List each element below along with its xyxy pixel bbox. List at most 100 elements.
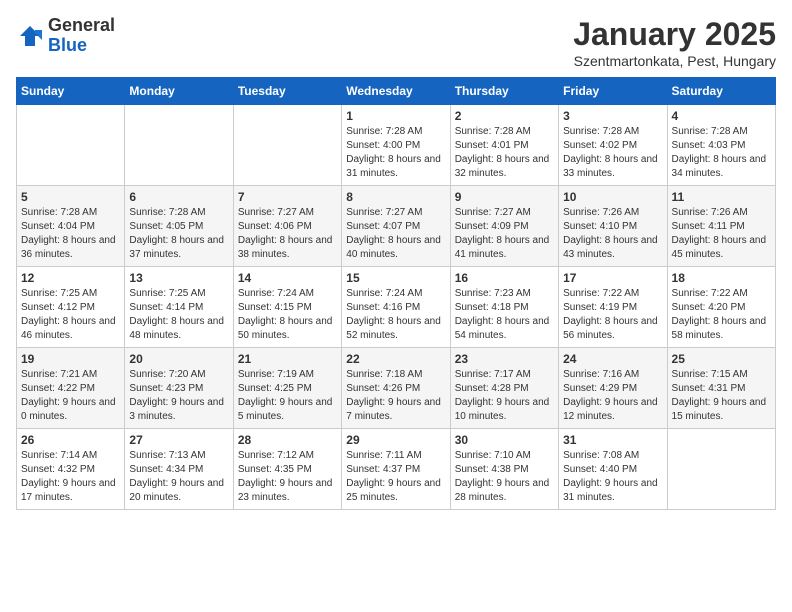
calendar-cell: 14 Sunrise: 7:24 AM Sunset: 4:15 PM Dayli… — [233, 267, 341, 348]
day-info: Sunrise: 7:12 AM Sunset: 4:35 PM Dayligh… — [238, 449, 337, 505]
day-number: 7 — [238, 190, 337, 204]
day-info: Sunrise: 7:20 AM Sunset: 4:23 PM Dayligh… — [129, 368, 228, 424]
week-row-4: 19 Sunrise: 7:21 AM Sunset: 4:22 PM Dayli… — [17, 348, 776, 429]
day-info: Sunrise: 7:13 AM Sunset: 4:34 PM Dayligh… — [129, 449, 228, 505]
col-header-tuesday: Tuesday — [233, 78, 341, 105]
day-number: 6 — [129, 190, 228, 204]
calendar-cell: 17 Sunrise: 7:22 AM Sunset: 4:19 PM Dayli… — [559, 267, 667, 348]
calendar-cell: 7 Sunrise: 7:27 AM Sunset: 4:06 PM Daylig… — [233, 186, 341, 267]
day-number: 30 — [455, 433, 554, 447]
logo-general: General — [48, 16, 115, 36]
day-info: Sunrise: 7:15 AM Sunset: 4:31 PM Dayligh… — [672, 368, 771, 424]
calendar-header-row: SundayMondayTuesdayWednesdayThursdayFrid… — [17, 78, 776, 105]
col-header-thursday: Thursday — [450, 78, 558, 105]
day-number: 5 — [21, 190, 120, 204]
title-block: January 2025 Szentmartonkata, Pest, Hung… — [573, 16, 776, 69]
day-number: 2 — [455, 109, 554, 123]
day-number: 16 — [455, 271, 554, 285]
day-number: 22 — [346, 352, 445, 366]
day-info: Sunrise: 7:11 AM Sunset: 4:37 PM Dayligh… — [346, 449, 445, 505]
calendar-cell: 30Sunrise: 7:10 AM Sunset: 4:38 PM Dayli… — [450, 429, 558, 510]
calendar-cell: 23Sunrise: 7:17 AM Sunset: 4:28 PM Dayli… — [450, 348, 558, 429]
day-info: Sunrise: 7:22 AM Sunset: 4:19 PM Dayligh… — [563, 287, 662, 343]
calendar-cell: 27 Sunrise: 7:13 AM Sunset: 4:34 PM Dayli… — [125, 429, 233, 510]
day-info: Sunrise: 7:22 AM Sunset: 4:20 PM Dayligh… — [672, 287, 771, 343]
day-number: 21 — [238, 352, 337, 366]
day-info: Sunrise: 7:28 AM Sunset: 4:02 PM Dayligh… — [563, 125, 662, 181]
day-number: 9 — [455, 190, 554, 204]
day-number: 25 — [672, 352, 771, 366]
day-info: Sunrise: 7:24 AM Sunset: 4:15 PM Dayligh… — [238, 287, 337, 343]
calendar-cell: 20Sunrise: 7:20 AM Sunset: 4:23 PM Dayli… — [125, 348, 233, 429]
day-number: 10 — [563, 190, 662, 204]
calendar-cell: 25 Sunrise: 7:15 AM Sunset: 4:31 PM Dayli… — [667, 348, 775, 429]
day-info: Sunrise: 7:28 AM Sunset: 4:00 PM Dayligh… — [346, 125, 445, 181]
calendar-cell: 9 Sunrise: 7:27 AM Sunset: 4:09 PM Daylig… — [450, 186, 558, 267]
col-header-friday: Friday — [559, 78, 667, 105]
calendar-cell: 15 Sunrise: 7:24 AM Sunset: 4:16 PM Dayli… — [342, 267, 450, 348]
day-info: Sunrise: 7:25 AM Sunset: 4:14 PM Dayligh… — [129, 287, 228, 343]
day-info: Sunrise: 7:27 AM Sunset: 4:06 PM Dayligh… — [238, 206, 337, 262]
calendar-cell: 12 Sunrise: 7:25 AM Sunset: 4:12 PM Dayli… — [17, 267, 125, 348]
calendar-table: SundayMondayTuesdayWednesdayThursdayFrid… — [16, 77, 776, 510]
calendar-cell: 29 Sunrise: 7:11 AM Sunset: 4:37 PM Dayli… — [342, 429, 450, 510]
day-number: 27 — [129, 433, 228, 447]
day-number: 23 — [455, 352, 554, 366]
day-info: Sunrise: 7:19 AM Sunset: 4:25 PM Dayligh… — [238, 368, 337, 424]
day-number: 14 — [238, 271, 337, 285]
day-number: 3 — [563, 109, 662, 123]
day-number: 28 — [238, 433, 337, 447]
calendar-cell: 22 Sunrise: 7:18 AM Sunset: 4:26 PM Dayli… — [342, 348, 450, 429]
calendar-cell: 24Sunrise: 7:16 AM Sunset: 4:29 PM Dayli… — [559, 348, 667, 429]
day-info: Sunrise: 7:27 AM Sunset: 4:09 PM Dayligh… — [455, 206, 554, 262]
logo: General Blue — [16, 16, 115, 56]
day-number: 4 — [672, 109, 771, 123]
day-info: Sunrise: 7:26 AM Sunset: 4:10 PM Dayligh… — [563, 206, 662, 262]
location-subtitle: Szentmartonkata, Pest, Hungary — [573, 53, 776, 69]
week-row-3: 12 Sunrise: 7:25 AM Sunset: 4:12 PM Dayli… — [17, 267, 776, 348]
day-number: 29 — [346, 433, 445, 447]
calendar-cell: 28 Sunrise: 7:12 AM Sunset: 4:35 PM Dayli… — [233, 429, 341, 510]
day-info: Sunrise: 7:27 AM Sunset: 4:07 PM Dayligh… — [346, 206, 445, 262]
calendar-cell: 18 Sunrise: 7:22 AM Sunset: 4:20 PM Dayli… — [667, 267, 775, 348]
week-row-2: 5 Sunrise: 7:28 AM Sunset: 4:04 PM Daylig… — [17, 186, 776, 267]
day-info: Sunrise: 7:18 AM Sunset: 4:26 PM Dayligh… — [346, 368, 445, 424]
calendar-cell: 5 Sunrise: 7:28 AM Sunset: 4:04 PM Daylig… — [17, 186, 125, 267]
week-row-5: 26Sunrise: 7:14 AM Sunset: 4:32 PM Dayli… — [17, 429, 776, 510]
day-number: 19 — [21, 352, 120, 366]
calendar-cell: 19 Sunrise: 7:21 AM Sunset: 4:22 PM Dayli… — [17, 348, 125, 429]
day-info: Sunrise: 7:23 AM Sunset: 4:18 PM Dayligh… — [455, 287, 554, 343]
col-header-sunday: Sunday — [17, 78, 125, 105]
day-info: Sunrise: 7:21 AM Sunset: 4:22 PM Dayligh… — [21, 368, 120, 424]
day-info: Sunrise: 7:25 AM Sunset: 4:12 PM Dayligh… — [21, 287, 120, 343]
calendar-cell — [17, 105, 125, 186]
calendar-cell: 1Sunrise: 7:28 AM Sunset: 4:00 PM Daylig… — [342, 105, 450, 186]
day-info: Sunrise: 7:08 AM Sunset: 4:40 PM Dayligh… — [563, 449, 662, 505]
day-number: 11 — [672, 190, 771, 204]
day-number: 31 — [563, 433, 662, 447]
calendar-cell: 21 Sunrise: 7:19 AM Sunset: 4:25 PM Dayli… — [233, 348, 341, 429]
col-header-wednesday: Wednesday — [342, 78, 450, 105]
day-number: 18 — [672, 271, 771, 285]
page-header: General Blue January 2025 Szentmartonkat… — [16, 16, 776, 69]
calendar-cell: 4 Sunrise: 7:28 AM Sunset: 4:03 PM Daylig… — [667, 105, 775, 186]
day-number: 8 — [346, 190, 445, 204]
day-number: 12 — [21, 271, 120, 285]
day-number: 24 — [563, 352, 662, 366]
logo-icon — [16, 22, 44, 50]
day-info: Sunrise: 7:28 AM Sunset: 4:03 PM Dayligh… — [672, 125, 771, 181]
calendar-cell: 26Sunrise: 7:14 AM Sunset: 4:32 PM Dayli… — [17, 429, 125, 510]
calendar-cell: 10 Sunrise: 7:26 AM Sunset: 4:10 PM Dayli… — [559, 186, 667, 267]
day-info: Sunrise: 7:24 AM Sunset: 4:16 PM Dayligh… — [346, 287, 445, 343]
day-info: Sunrise: 7:28 AM Sunset: 4:04 PM Dayligh… — [21, 206, 120, 262]
calendar-cell: 8 Sunrise: 7:27 AM Sunset: 4:07 PM Daylig… — [342, 186, 450, 267]
day-number: 15 — [346, 271, 445, 285]
day-number: 17 — [563, 271, 662, 285]
day-info: Sunrise: 7:28 AM Sunset: 4:01 PM Dayligh… — [455, 125, 554, 181]
week-row-1: 1Sunrise: 7:28 AM Sunset: 4:00 PM Daylig… — [17, 105, 776, 186]
day-info: Sunrise: 7:28 AM Sunset: 4:05 PM Dayligh… — [129, 206, 228, 262]
calendar-cell: 31 Sunrise: 7:08 AM Sunset: 4:40 PM Dayli… — [559, 429, 667, 510]
day-info: Sunrise: 7:26 AM Sunset: 4:11 PM Dayligh… — [672, 206, 771, 262]
calendar-cell: 3 Sunrise: 7:28 AM Sunset: 4:02 PM Daylig… — [559, 105, 667, 186]
calendar-cell: 2 Sunrise: 7:28 AM Sunset: 4:01 PM Daylig… — [450, 105, 558, 186]
